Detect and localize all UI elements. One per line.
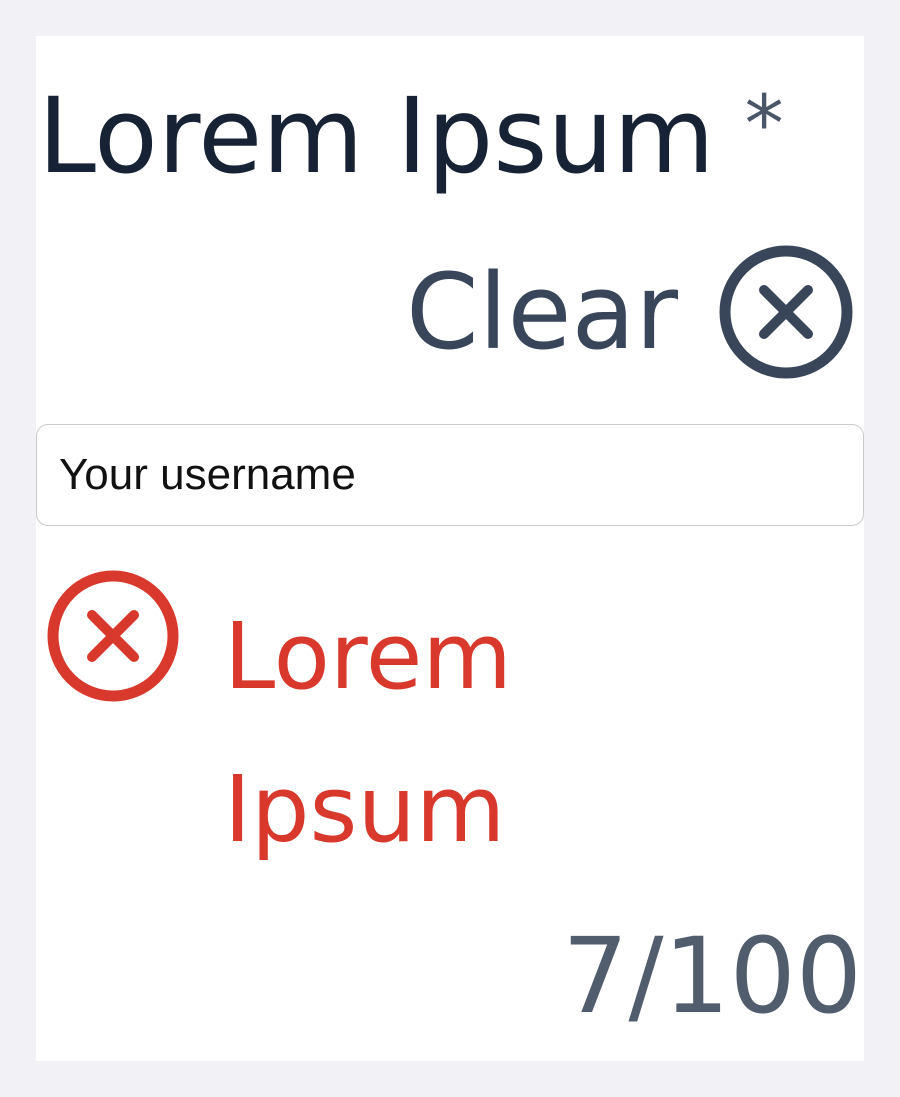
required-indicator: * — [744, 80, 784, 170]
close-circle-icon — [719, 245, 853, 379]
error-icon-container — [46, 569, 180, 703]
form-field-card: Lorem Ipsum * Clear Lorem Ipsum 7/100 — [36, 36, 864, 1061]
character-counter: 7/100 — [562, 915, 862, 1037]
clear-button-label: Clear — [406, 251, 678, 373]
clear-button[interactable]: Clear — [406, 242, 854, 382]
username-input[interactable] — [36, 424, 864, 526]
error-message: Lorem Ipsum — [224, 603, 512, 863]
error-circle-icon — [47, 570, 179, 702]
field-label-row: Lorem Ipsum * — [38, 84, 784, 214]
field-label: Lorem Ipsum — [38, 75, 715, 197]
error-message-row: Lorem Ipsum — [46, 569, 854, 863]
